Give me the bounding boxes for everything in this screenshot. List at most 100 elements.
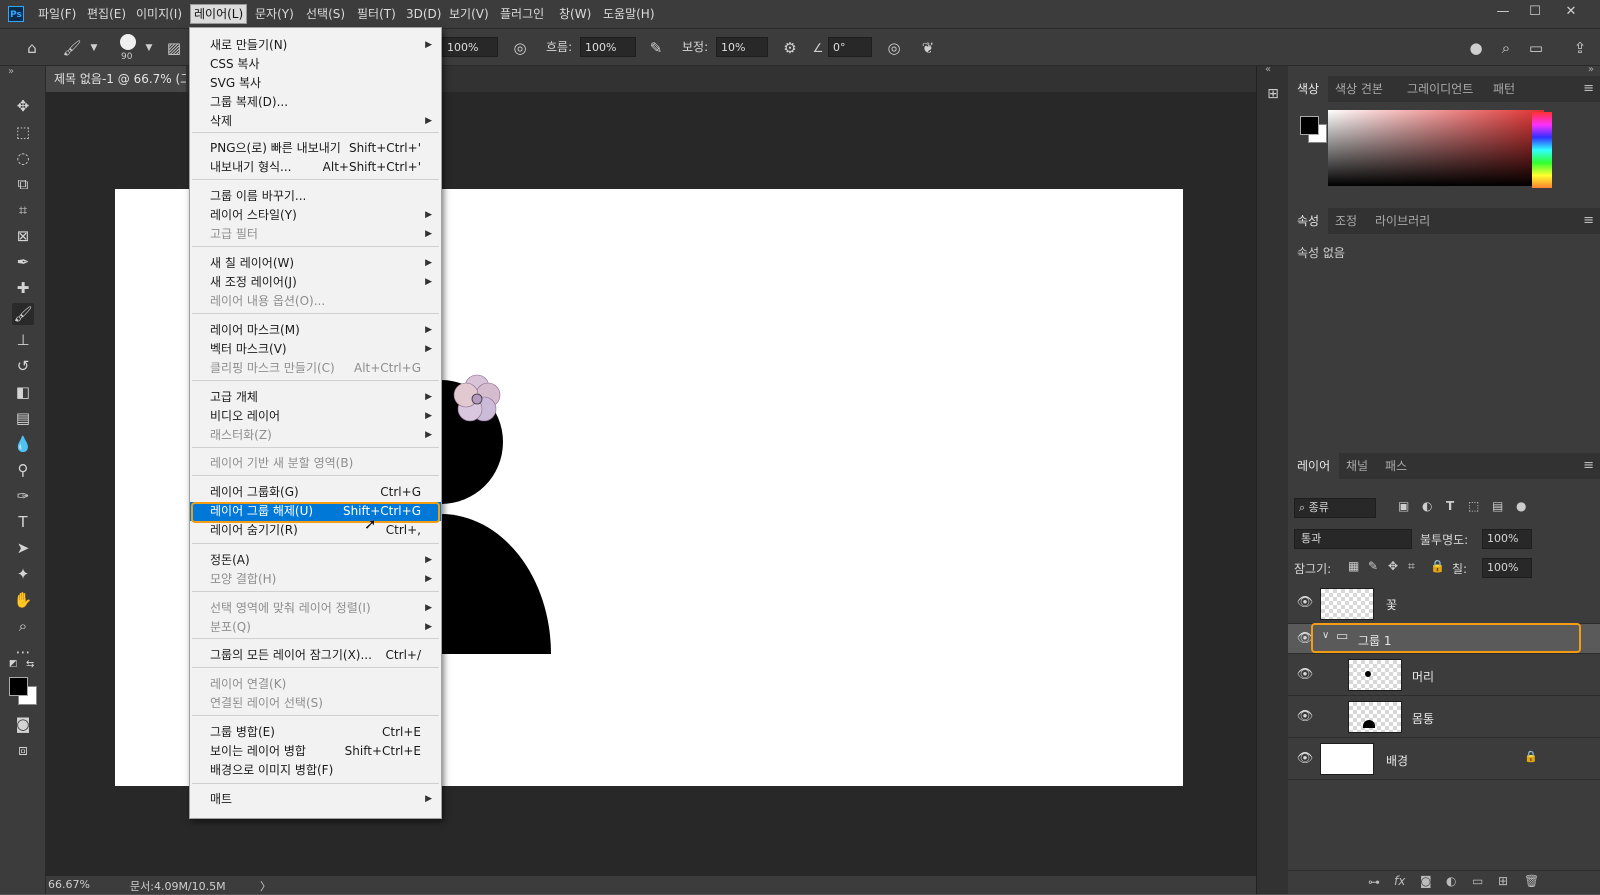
lasso-tool-icon[interactable]: ◌ xyxy=(12,147,34,169)
move-tool-icon[interactable]: ✥ xyxy=(12,95,34,117)
menu-item[interactable]: 분포(Q) ▶ xyxy=(190,618,441,637)
menu-plugins[interactable]: 플러그인 xyxy=(497,5,547,23)
new-group-icon[interactable]: ▭ xyxy=(1472,874,1483,888)
quick-mask-icon[interactable]: ◙ xyxy=(12,713,34,735)
visibility-eye-icon[interactable]: 👁 xyxy=(1296,750,1314,768)
adjustment-layer-icon[interactable]: ◐ xyxy=(1446,874,1456,888)
menu-item[interactable]: PNG으(로) 빠른 내보내기 Shift+Ctrl+' xyxy=(190,139,441,158)
marquee-tool-icon[interactable]: ⬚ xyxy=(12,121,34,143)
layer-filter-select[interactable]: ⌕ 종류 xyxy=(1294,498,1376,518)
menu-window[interactable]: 창(W) xyxy=(556,5,594,23)
menu-item[interactable]: 내보내기 형식... Alt+Shift+Ctrl+' xyxy=(190,158,441,177)
menu-item[interactable]: 새 칠 레이어(W) ▶ xyxy=(190,254,441,273)
crop-tool-icon[interactable]: ⌗ xyxy=(12,199,34,221)
menu-item[interactable]: 레이어 스타일(Y) ▶ xyxy=(190,206,441,225)
tab-layers[interactable]: 레이어 xyxy=(1288,453,1340,479)
collapse-icon[interactable]: « xyxy=(1265,64,1271,75)
menu-item[interactable]: 레이어 그룹화(G) Ctrl+G xyxy=(190,483,441,502)
foreground-color-swatch[interactable] xyxy=(9,677,28,696)
status-arrow[interactable]: 〉 xyxy=(260,878,271,894)
tab-patterns[interactable]: 패턴 xyxy=(1484,76,1524,102)
panel-menu-icon[interactable]: ≡ xyxy=(1583,213,1594,228)
tab-gradients[interactable]: 그레이디언트 xyxy=(1398,76,1482,102)
menu-item[interactable]: 고급 개체 ▶ xyxy=(190,388,441,407)
menu-item[interactable]: 레이어 마스크(M) ▶ xyxy=(190,321,441,340)
share-user-icon[interactable]: ● xyxy=(1466,38,1486,58)
stamp-tool-icon[interactable]: ⊥ xyxy=(12,329,34,351)
menu-item[interactable]: 선택 영역에 맞춰 레이어 정렬(I) ▶ xyxy=(190,599,441,618)
brush-tool-icon[interactable]: 🖌 xyxy=(12,303,34,325)
flow-input[interactable]: 100% xyxy=(580,37,636,57)
filter-type-icon[interactable]: T xyxy=(1446,499,1454,513)
menu-item[interactable]: 고급 필터 ▶ xyxy=(190,225,441,244)
menu-type[interactable]: 문자(Y) xyxy=(252,5,297,23)
menu-item[interactable]: 레이어 기반 새 분할 영역(B) xyxy=(190,454,441,473)
foreground-color-chip[interactable] xyxy=(1300,116,1319,135)
filter-shape-icon[interactable]: ⬚ xyxy=(1468,499,1479,513)
menu-item[interactable]: 삭제 ▶ xyxy=(190,112,441,131)
swap-colors-icon[interactable]: ⇆ xyxy=(26,659,34,670)
menu-edit[interactable]: 편집(E) xyxy=(84,5,129,23)
workspace-icon[interactable]: ▭ xyxy=(1526,38,1546,58)
menu-item[interactable]: 새 조정 레이어(J) ▶ xyxy=(190,273,441,292)
zoom-tool-icon[interactable]: ⌕ xyxy=(12,615,34,637)
brush-settings-icon[interactable]: ▨ xyxy=(164,38,184,58)
minimize-icon[interactable]: — xyxy=(1488,2,1518,22)
screen-mode-icon[interactable]: ⧈ xyxy=(12,739,34,761)
menu-item[interactable]: 그룹 복제(D)... xyxy=(190,93,441,112)
menu-item[interactable]: 매트 ▶ xyxy=(190,790,441,809)
panel-menu-icon[interactable]: ≡ xyxy=(1583,458,1594,473)
menu-item[interactable]: 클리핑 마스크 만들기(C) Alt+Ctrl+G xyxy=(190,359,441,378)
fx-icon[interactable]: fx xyxy=(1394,874,1405,888)
eyedropper-tool-icon[interactable]: ✒ xyxy=(12,251,34,273)
menu-item[interactable]: CSS 복사 xyxy=(190,55,441,74)
menu-item[interactable]: 래스터화(Z) ▶ xyxy=(190,426,441,445)
pen-tool-icon[interactable]: ✑ xyxy=(12,485,34,507)
layer-row-flower[interactable]: 👁 꽃 xyxy=(1288,584,1600,624)
visibility-eye-icon[interactable]: 👁 xyxy=(1296,630,1314,648)
blend-mode-select[interactable]: 통과 xyxy=(1294,529,1412,549)
gear-icon[interactable]: ⚙ xyxy=(780,38,800,58)
menu-item[interactable]: 그룹 이름 바꾸기... xyxy=(190,187,441,206)
zoom-level[interactable]: 66.67% xyxy=(48,878,90,891)
menu-select[interactable]: 선택(S) xyxy=(303,5,348,23)
gradient-tool-icon[interactable]: ▤ xyxy=(12,407,34,429)
expand-icon[interactable]: » xyxy=(1588,64,1594,75)
tab-libraries[interactable]: 라이브러리 xyxy=(1366,208,1439,234)
filter-toggle-icon[interactable]: ● xyxy=(1516,499,1526,513)
filter-adjustment-icon[interactable]: ◐ xyxy=(1422,499,1432,513)
menu-item[interactable]: 보이는 레이어 병합 Shift+Ctrl+E xyxy=(190,742,441,761)
object-select-tool-icon[interactable]: ⧉ xyxy=(12,173,34,195)
menu-item[interactable]: 레이어 연결(K) xyxy=(190,675,441,694)
layer-row-background[interactable]: 👁 배경 🔒 xyxy=(1288,738,1600,780)
search-icon[interactable]: ⌕ xyxy=(1496,38,1516,58)
lock-all-icon[interactable]: 🔒 xyxy=(1430,559,1445,573)
menu-item[interactable]: 그룹의 모든 레이어 잠그기(X)... Ctrl+/ xyxy=(190,646,441,665)
brush-size-icon[interactable] xyxy=(120,34,136,50)
tab-swatches[interactable]: 색상 견본 xyxy=(1326,76,1392,102)
visibility-eye-icon[interactable]: 👁 xyxy=(1296,594,1314,612)
menu-help[interactable]: 도움말(H) xyxy=(600,5,658,23)
menu-view[interactable]: 보기(V) xyxy=(446,5,492,23)
menu-item[interactable]: 배경으로 이미지 병합(F) xyxy=(190,761,441,780)
chevron-down-icon[interactable]: ▼ xyxy=(139,38,159,58)
history-panel-icon[interactable]: ⊞ xyxy=(1263,86,1283,106)
fill-input[interactable]: 100% xyxy=(1482,558,1532,578)
document-tab[interactable]: 제목 없음-1 @ 66.7% (그... xyxy=(46,66,186,92)
symmetry-icon[interactable]: ❦ xyxy=(918,38,938,58)
menu-item[interactable]: 새로 만들기(N) ▶ xyxy=(190,36,441,55)
history-brush-tool-icon[interactable]: ↺ xyxy=(12,355,34,377)
filter-pixel-icon[interactable]: ▣ xyxy=(1398,499,1409,513)
visibility-eye-icon[interactable]: 👁 xyxy=(1296,708,1314,726)
menu-item[interactable]: 레이어 그룹 해제(U) Shift+Ctrl+G xyxy=(190,502,441,521)
angle-input[interactable]: 0° xyxy=(828,37,872,57)
link-layers-icon[interactable]: ⊶ xyxy=(1368,875,1380,889)
share-icon[interactable]: ⇪ xyxy=(1570,38,1590,58)
dodge-tool-icon[interactable]: ⚲ xyxy=(12,459,34,481)
layer-row-head[interactable]: 👁 머리 xyxy=(1288,654,1600,696)
new-layer-icon[interactable]: ⊞ xyxy=(1498,874,1508,888)
color-field[interactable] xyxy=(1328,110,1544,186)
tab-channels[interactable]: 채널 xyxy=(1337,453,1377,479)
hue-slider[interactable] xyxy=(1532,112,1552,188)
add-mask-icon[interactable]: ◙ xyxy=(1420,874,1432,888)
